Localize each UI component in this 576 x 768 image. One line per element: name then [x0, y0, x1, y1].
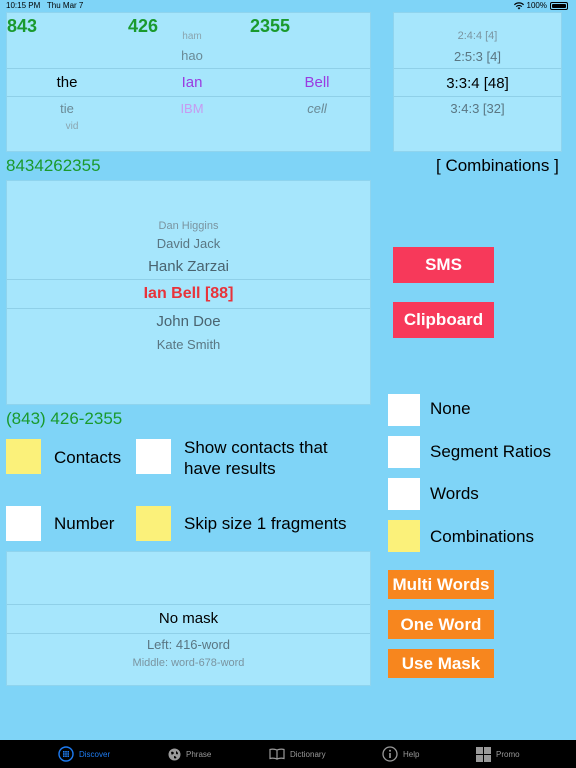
picker-word[interactable]: ham	[167, 31, 217, 42]
ratio-option[interactable]: 2:4:4 [4]	[394, 30, 561, 42]
picker-line	[394, 96, 561, 97]
number-label: Number	[54, 514, 115, 533]
digit-group-2: 426	[128, 16, 159, 36]
show-contacts-checkbox[interactable]	[136, 439, 171, 474]
contact-item-selected[interactable]: Ian Bell [88]	[7, 285, 370, 303]
picker-word[interactable]: hao	[167, 48, 217, 63]
picker-line	[7, 96, 370, 97]
picker-word[interactable]: tie	[47, 101, 87, 116]
formatted-phone: (843) 426-2355	[6, 409, 123, 428]
skip-size-checkbox[interactable]	[136, 506, 171, 541]
status-bar: 10:15 PM Thu Mar 7 100%	[0, 0, 576, 12]
picker-word[interactable]: the	[47, 74, 87, 91]
words-label: Words	[430, 484, 479, 503]
book-icon	[269, 748, 285, 760]
picker-line	[394, 68, 561, 69]
tab-discover[interactable]: Discover	[58, 740, 110, 768]
picker-line	[7, 308, 370, 309]
ratio-option-selected[interactable]: 3:3:4 [48]	[394, 75, 561, 92]
combinations-checkbox[interactable]	[388, 520, 420, 552]
tab-phrase[interactable]: Phrase	[168, 740, 211, 768]
picker-word[interactable]: Ian	[167, 74, 217, 91]
contact-item[interactable]: David Jack	[7, 236, 370, 251]
tab-help[interactable]: Help	[382, 740, 419, 768]
tab-dictionary-label: Dictionary	[290, 749, 326, 759]
tab-help-label: Help	[403, 749, 420, 759]
segment-ratios-label: Segment Ratios	[430, 442, 551, 461]
ratio-option[interactable]: 2:5:3 [4]	[394, 49, 561, 64]
combinations-mode-label: Combinations	[430, 527, 534, 546]
ratio-picker[interactable]: 2:4:4 [4] 2:5:3 [4] 3:3:4 [48] 3:4:3 [32…	[393, 12, 562, 152]
none-checkbox[interactable]	[388, 394, 420, 426]
globe-icon	[168, 748, 181, 760]
contact-item[interactable]: Kate Smith	[7, 337, 370, 352]
show-contacts-label-line1: Show contacts that	[184, 438, 328, 457]
picker-word[interactable]: vid	[47, 121, 97, 132]
grid-icon	[476, 746, 491, 762]
tab-phrase-label: Phrase	[186, 749, 212, 759]
skip-size-label: Skip size 1 fragments	[184, 514, 347, 533]
status-right: 100%	[513, 0, 568, 12]
picker-line	[7, 604, 370, 605]
info-icon	[382, 746, 398, 762]
digit-group-3: 2355	[250, 16, 291, 36]
picker-word[interactable]: Bell	[292, 74, 342, 91]
ratio-option[interactable]: 3:4:3 [32]	[394, 101, 561, 116]
discover-icon	[58, 746, 74, 762]
picker-line	[7, 279, 370, 280]
tab-promo-label: Promo	[496, 749, 520, 759]
use-mask-button[interactable]: Use Mask	[388, 649, 494, 678]
clipboard-button[interactable]: Clipboard	[393, 302, 494, 338]
contacts-checkbox[interactable]	[6, 439, 41, 474]
contacts-label: Contacts	[54, 448, 122, 467]
battery-percent: 100%	[526, 1, 547, 10]
tab-bar: Discover Phrase Dictionary Help Promo	[0, 740, 576, 768]
mask-option[interactable]: Left: 416-word	[7, 637, 370, 652]
mask-option[interactable]: Middle: word-678-word	[7, 657, 370, 669]
combinations-label[interactable]: [ Combinations ]	[436, 156, 559, 176]
picker-word[interactable]: IBM	[167, 101, 217, 116]
sms-button[interactable]: SMS	[393, 247, 494, 283]
contacts-picker[interactable]: Dan Higgins David Jack Hank Zarzai Ian B…	[6, 180, 371, 405]
battery-icon	[550, 2, 568, 10]
mask-option-selected[interactable]: No mask	[7, 610, 370, 627]
contact-item[interactable]: Dan Higgins	[7, 220, 370, 232]
tab-discover-label: Discover	[79, 749, 111, 759]
mask-picker[interactable]: No mask Left: 416-word Middle: word-678-…	[6, 551, 371, 686]
wifi-icon	[513, 2, 524, 10]
number-checkbox[interactable]	[6, 506, 41, 541]
tab-promo[interactable]: Promo	[476, 740, 520, 768]
status-time: 10:15 PM Thu Mar 7	[6, 1, 84, 10]
contact-item[interactable]: Hank Zarzai	[7, 258, 370, 275]
none-label: None	[430, 399, 471, 418]
one-word-button[interactable]: One Word	[388, 610, 494, 639]
picker-line	[7, 633, 370, 634]
picker-word[interactable]: cell	[292, 101, 342, 116]
segment-ratios-checkbox[interactable]	[388, 436, 420, 468]
phone-digits: 8434262355	[6, 156, 101, 175]
words-checkbox[interactable]	[388, 478, 420, 510]
word-picker[interactable]: 843 426 2355 the tie vid ham hao Ian IBM…	[6, 12, 371, 152]
tab-dictionary[interactable]: Dictionary	[269, 740, 326, 768]
digit-group-1: 843	[7, 16, 38, 36]
show-contacts-label-line2: have results	[184, 459, 276, 478]
multi-words-button[interactable]: Multi Words	[388, 570, 494, 599]
contact-item[interactable]: John Doe	[7, 313, 370, 330]
picker-line	[7, 68, 370, 69]
